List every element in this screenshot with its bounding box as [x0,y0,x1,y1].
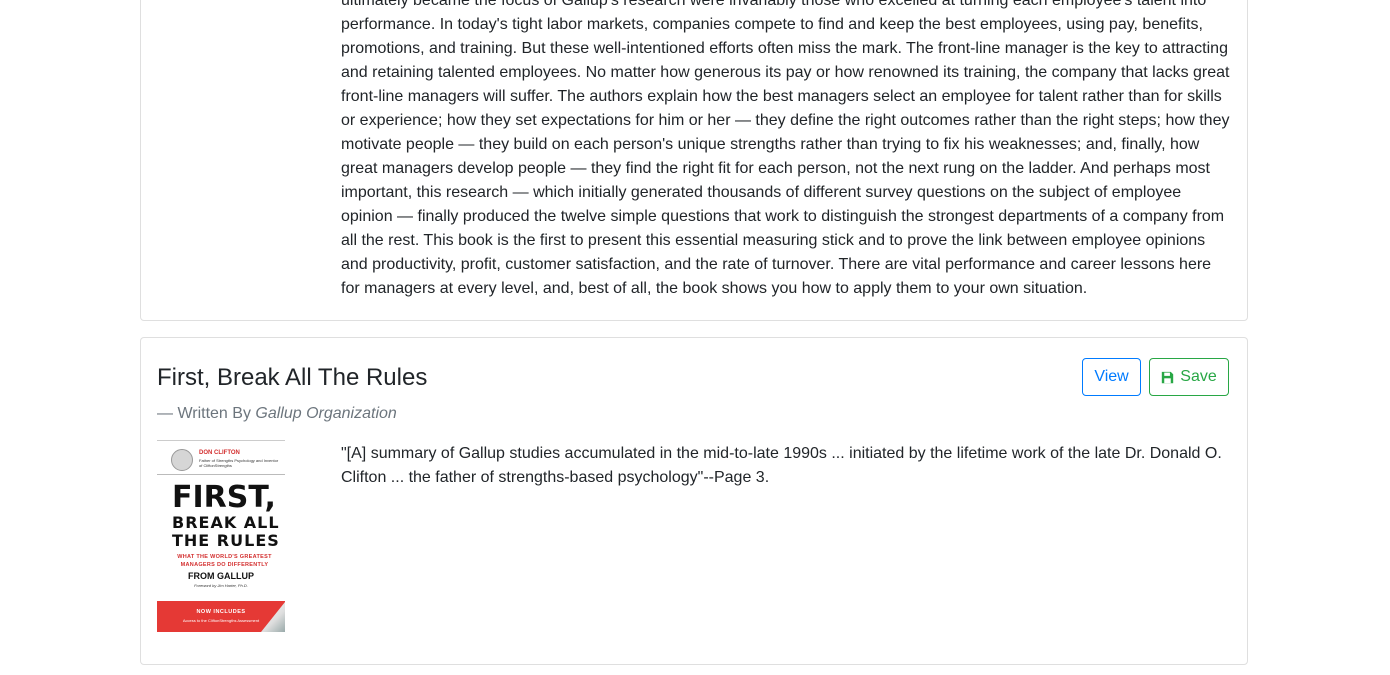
view-button-label: View [1094,368,1129,385]
cover-from: FROM GALLUP [188,571,254,581]
book-card: First, Break All The Rules — Written By … [140,337,1248,665]
book-cover-image: DON CLIFTON Father of Strengths Psycholo… [157,440,285,632]
cover-title-line2: BREAK ALL [172,513,280,532]
save-button-label: Save [1180,368,1217,385]
cover-author-sub: Father of Strengths Psychology and Inven… [199,458,279,468]
cover-title-line1: FIRST, [172,480,276,515]
cover-now-includes: NOW INCLUDES [196,609,246,615]
floppy-disk-icon [1161,371,1174,384]
book-author: Gallup Organization [255,405,397,422]
cover-access: Access to the CliftonStrengths Assessmen… [182,618,260,623]
cover-medallion-icon [171,449,193,471]
book-description: "[A] summary of Gallup studies accumulat… [341,445,1222,486]
book-byline: — Written By Gallup Organization [157,403,397,425]
cover-title: FIRST, BREAK ALL THE RULES [172,483,280,549]
view-button[interactable]: View [1082,358,1141,396]
written-by-label: — Written By [157,405,256,422]
cover-author: DON CLIFTON [199,450,240,456]
cover-foreword: Foreword by Jim Harter, Ph.D. [194,583,248,588]
book-title: First, Break All The Rules [157,364,428,391]
cover-tagline: WHAT THE WORLD'S GREATEST MANAGERS DO DI… [177,554,272,568]
cover-title-line3: THE RULES [172,531,280,550]
save-button[interactable]: Save [1149,358,1229,396]
previous-book-description: ultimately became the focus of Gallup's … [341,0,1230,297]
previous-book-card: ultimately became the focus of Gallup's … [140,0,1248,321]
